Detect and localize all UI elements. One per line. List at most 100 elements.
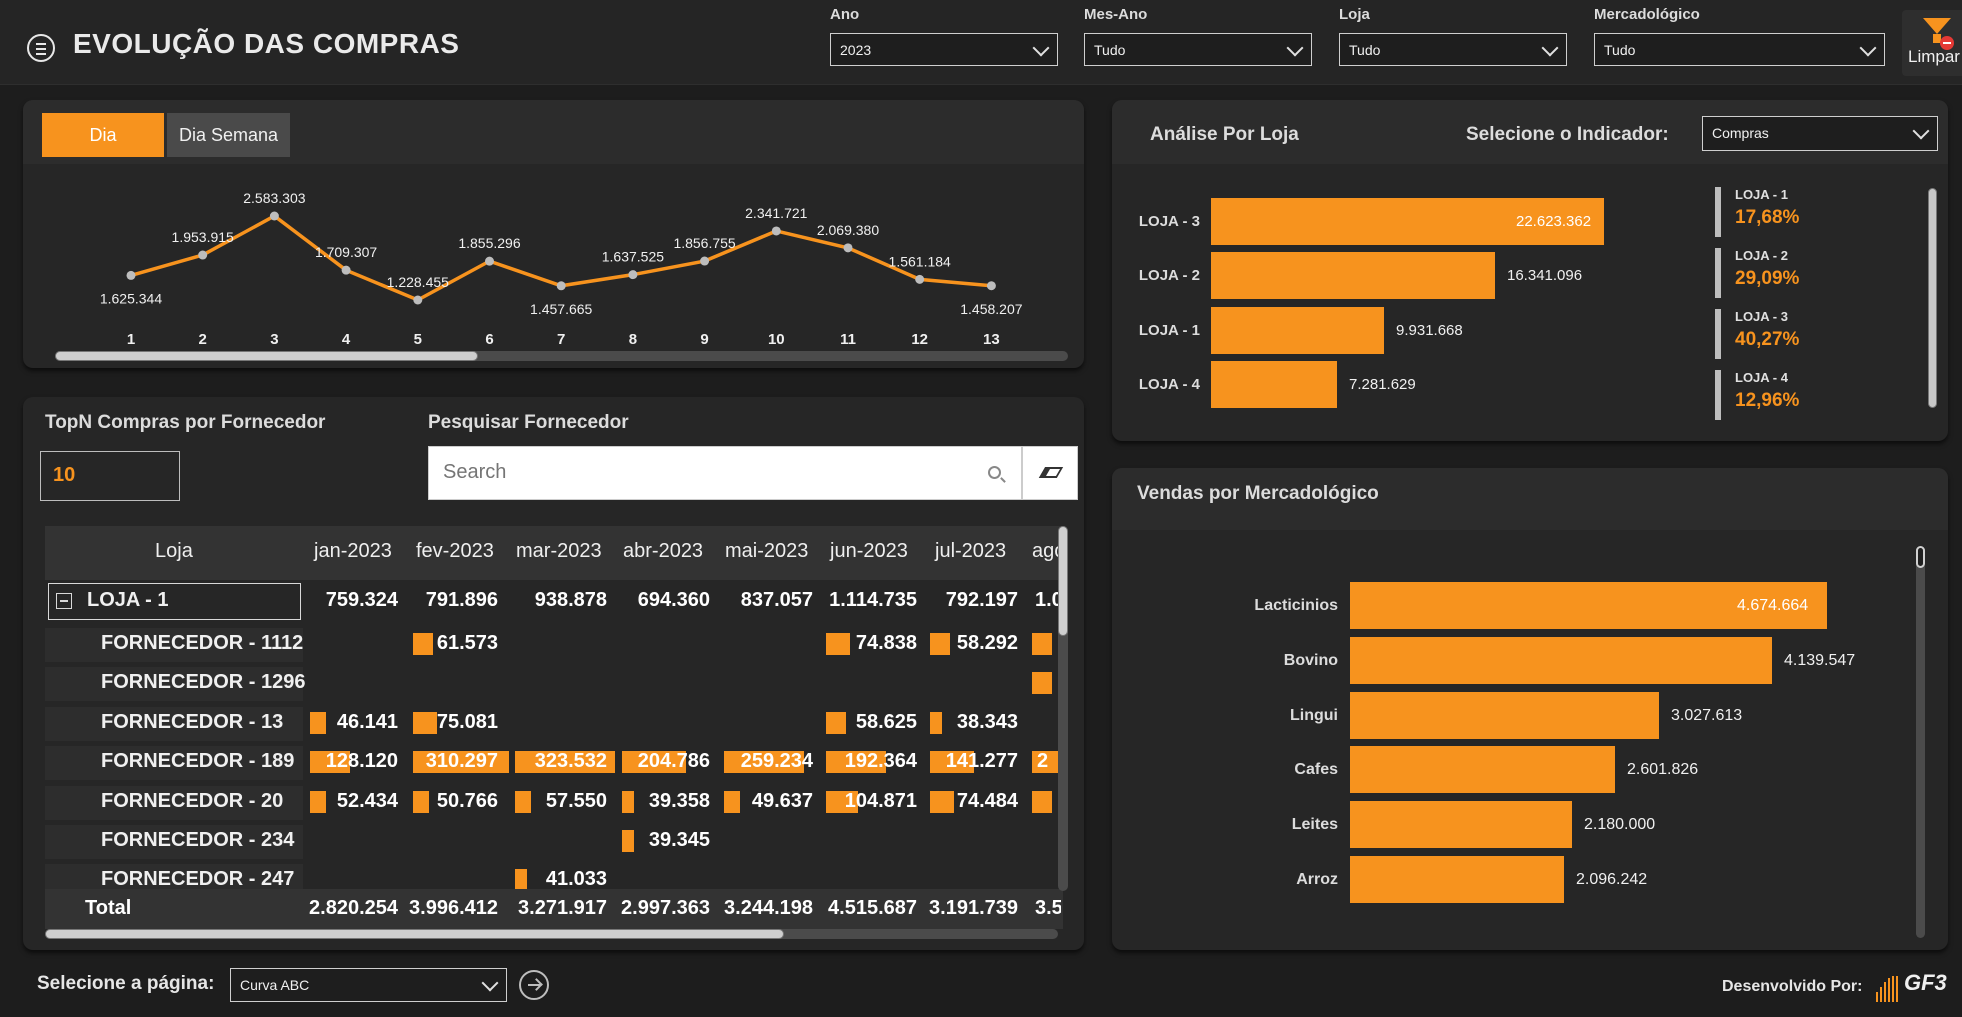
kpi-name: LOJA - 3 (1735, 309, 1788, 324)
tab-dia-semana[interactable]: Dia Semana (167, 113, 290, 157)
x-tick-label: 13 (983, 331, 1000, 348)
merch-bar[interactable] (1350, 856, 1564, 903)
group-label[interactable]: LOJA - 1 (87, 589, 169, 612)
store-bar[interactable] (1211, 307, 1384, 354)
scrollbar-thumb[interactable] (1916, 546, 1925, 568)
mercadologico-dropdown[interactable]: Tudo (1594, 33, 1885, 66)
menu-icon[interactable] (27, 34, 55, 62)
kpi-percent: 12,96% (1735, 390, 1800, 411)
store-bar[interactable] (1211, 252, 1495, 299)
supplier-row-label[interactable]: FORNECEDOR - 234 (101, 829, 294, 852)
data-point[interactable] (126, 270, 136, 280)
column-header[interactable]: fev-2023 (416, 540, 494, 563)
page-title: EVOLUÇÃO DAS COMPRAS (73, 28, 460, 59)
column-header[interactable]: jan-2023 (314, 540, 392, 563)
column-header[interactable]: jul-2023 (935, 540, 1006, 563)
clear-filters-button[interactable]: Limpar (1902, 10, 1962, 76)
bar-value-label: 4.139.547 (1784, 652, 1856, 669)
data-point[interactable] (198, 250, 208, 260)
daily-chart-card: Dia Dia Semana 1.625.344 1 1.953.915 2 2.583… (23, 100, 1084, 368)
indicator-dropdown[interactable]: Compras (1702, 116, 1938, 151)
topn-input[interactable]: 10 (40, 451, 180, 501)
remove-badge-icon (1940, 36, 1954, 50)
navigate-arrow-button[interactable] (519, 970, 549, 1000)
bar-value-label: 22.623.362 (1516, 213, 1592, 230)
data-point[interactable] (269, 211, 279, 221)
merch-bar[interactable] (1350, 746, 1615, 793)
total-cell: 3.996.412 (409, 897, 498, 919)
supplier-row-label[interactable]: FORNECEDOR - 1296 (101, 671, 306, 694)
merch-bar[interactable] (1350, 637, 1772, 684)
tab-dia[interactable]: Dia (42, 113, 164, 157)
ano-dropdown[interactable]: 2023 (830, 33, 1058, 66)
data-point[interactable] (413, 295, 423, 305)
data-point[interactable] (843, 243, 853, 253)
indicator-label: Selecione o Indicador: (1466, 124, 1669, 145)
x-tick-label: 8 (629, 331, 637, 348)
scrollbar-thumb[interactable] (1058, 526, 1068, 636)
page-select-dropdown[interactable]: Curva ABC (230, 968, 507, 1002)
kpi-percent: 40,27% (1735, 329, 1800, 350)
store-bar[interactable] (1211, 361, 1337, 408)
group-row-loja-1[interactable] (48, 583, 301, 620)
vertical-scrollbar[interactable] (1916, 546, 1925, 938)
collapse-icon[interactable] (56, 593, 72, 609)
clear-label: Limpar (1908, 47, 1960, 66)
scrollbar-thumb[interactable] (1928, 188, 1937, 408)
column-header[interactable]: mar-2023 (516, 540, 602, 563)
column-header[interactable]: mai-2023 (725, 540, 808, 563)
supplier-row-label[interactable]: FORNECEDOR - 13 (101, 711, 283, 734)
logo-text: GF3 (1904, 970, 1947, 995)
column-header[interactable]: abr-2023 (623, 540, 703, 563)
supplier-row-label[interactable]: FORNECEDOR - 189 (101, 750, 294, 773)
data-point[interactable] (915, 274, 925, 284)
bar-category-label: Lacticinios (1254, 597, 1338, 614)
eraser-icon (1038, 467, 1064, 478)
data-point[interactable] (771, 226, 781, 236)
table-cell: 128.120 (325, 750, 398, 772)
scrollbar-thumb[interactable] (55, 351, 478, 361)
vertical-scrollbar[interactable] (1058, 526, 1068, 891)
kpi-percent: 17,68% (1735, 207, 1800, 228)
total-cell: 3.271.917 (518, 897, 607, 919)
data-point[interactable] (628, 270, 638, 280)
data-point[interactable] (700, 256, 710, 266)
data-point[interactable] (556, 281, 566, 291)
data-label: 1.709.307 (315, 244, 377, 260)
merch-bar[interactable] (1350, 692, 1659, 739)
supplier-row-label[interactable]: FORNECEDOR - 20 (101, 790, 283, 813)
eraser-button[interactable] (1022, 446, 1078, 500)
horizontal-scrollbar[interactable] (55, 351, 1068, 361)
column-header[interactable]: jun-2023 (830, 540, 908, 563)
supplier-row-label[interactable]: FORNECEDOR - 1112 (101, 632, 303, 655)
bar-value-label: 2.180.000 (1584, 816, 1656, 833)
merch-title: Vendas por Mercadológico (1137, 483, 1379, 504)
data-bar (1032, 791, 1052, 813)
group-cell: 938.878 (534, 589, 607, 611)
table-cell: 58.625 (855, 711, 917, 733)
top-bar: EVOLUÇÃO DAS COMPRAS Ano 2023 Mes-Ano Tu… (0, 0, 1962, 85)
data-point[interactable] (485, 256, 494, 266)
column-header-loja[interactable]: Loja (155, 540, 193, 563)
search-icon[interactable] (988, 466, 1001, 479)
vertical-scrollbar[interactable] (1928, 188, 1937, 408)
search-title: Pesquisar Fornecedor (428, 412, 629, 433)
x-tick-label: 11 (840, 331, 856, 348)
search-input[interactable] (429, 447, 949, 497)
supplier-row-label[interactable]: FORNECEDOR - 247 (101, 868, 294, 891)
table-cell: 204.786 (637, 750, 710, 772)
mes-ano-dropdown[interactable]: Tudo (1084, 33, 1312, 66)
data-point[interactable] (341, 265, 351, 275)
filter-icon (1923, 18, 1951, 34)
x-tick-label: 9 (700, 331, 708, 348)
bar-category-label: LOJA - 2 (1138, 267, 1200, 284)
dropdown-value: Tudo (1094, 42, 1126, 58)
matrix-header: Loja jan-2023 fev-2023 mar-2023 abr-2023… (45, 526, 1063, 580)
chevron-down-icon (1912, 122, 1930, 140)
scrollbar-thumb[interactable] (45, 929, 784, 939)
loja-dropdown[interactable]: Tudo (1339, 33, 1567, 66)
data-point[interactable] (986, 281, 996, 291)
horizontal-scrollbar[interactable] (45, 929, 1058, 939)
merch-bar[interactable] (1350, 801, 1572, 848)
column-header[interactable]: ago (1032, 540, 1060, 563)
